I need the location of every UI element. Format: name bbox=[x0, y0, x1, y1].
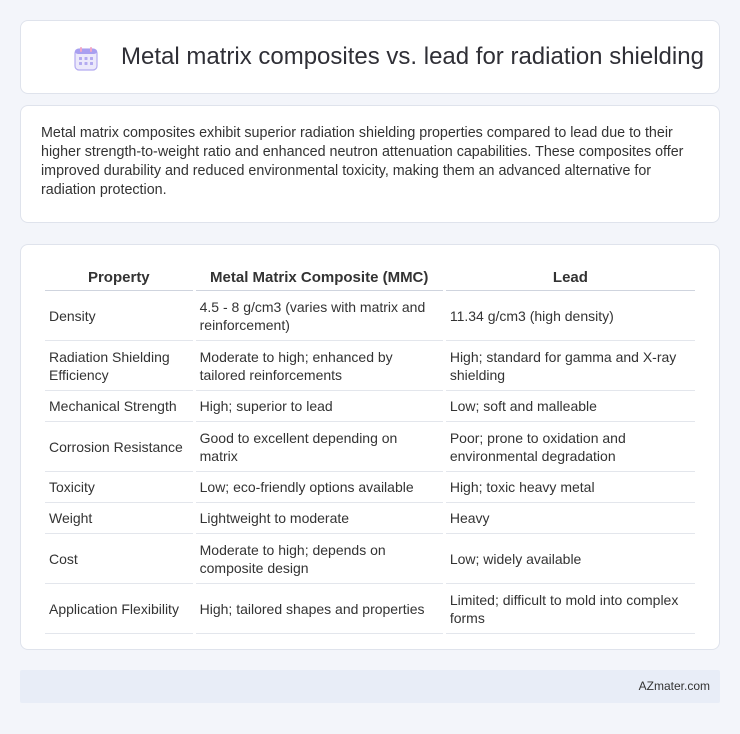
cell-property: Radiation Shielding Efficiency bbox=[45, 341, 193, 391]
cell-lead: High; standard for gamma and X-ray shiel… bbox=[445, 341, 695, 391]
comparison-table-card: Property Metal Matrix Composite (MMC) Le… bbox=[20, 244, 720, 650]
table-header-row: Property Metal Matrix Composite (MMC) Le… bbox=[45, 265, 695, 291]
table-row: Weight Lightweight to moderate Heavy bbox=[45, 503, 695, 534]
cell-lead: Limited; difficult to mold into complex … bbox=[445, 584, 695, 634]
cell-mmc: Moderate to high; depends on composite d… bbox=[195, 534, 443, 584]
comparison-table: Property Metal Matrix Composite (MMC) Le… bbox=[42, 265, 698, 634]
cell-mmc: Moderate to high; enhanced by tailored r… bbox=[195, 341, 443, 391]
footer-site-link[interactable]: AZmater.com bbox=[639, 679, 710, 693]
table-row: Density 4.5 - 8 g/cm3 (varies with matri… bbox=[45, 291, 695, 341]
cell-lead: Low; widely available bbox=[445, 534, 695, 584]
cell-lead: Poor; prone to oxidation and environment… bbox=[445, 422, 695, 472]
table-row: Application Flexibility High; tailored s… bbox=[45, 584, 695, 634]
table-row: Corrosion Resistance Good to excellent d… bbox=[45, 422, 695, 472]
table-row: Toxicity Low; eco-friendly options avail… bbox=[45, 472, 695, 503]
title-card: Metal matrix composites vs. lead for rad… bbox=[20, 20, 720, 94]
cell-property: Cost bbox=[45, 534, 193, 584]
cell-property: Toxicity bbox=[45, 472, 193, 503]
calendar-icon bbox=[73, 46, 99, 72]
cell-mmc: Lightweight to moderate bbox=[195, 503, 443, 534]
table-row: Mechanical Strength High; superior to le… bbox=[45, 391, 695, 422]
header-property: Property bbox=[45, 265, 193, 291]
cell-mmc: High; tailored shapes and properties bbox=[195, 584, 443, 634]
cell-mmc: Good to excellent depending on matrix bbox=[195, 422, 443, 472]
cell-property: Mechanical Strength bbox=[45, 391, 193, 422]
cell-mmc: Low; eco-friendly options available bbox=[195, 472, 443, 503]
cell-lead: High; toxic heavy metal bbox=[445, 472, 695, 503]
cell-lead: Low; soft and malleable bbox=[445, 391, 695, 422]
cell-property: Weight bbox=[45, 503, 193, 534]
cell-property: Application Flexibility bbox=[45, 584, 193, 634]
intro-card: Metal matrix composites exhibit superior… bbox=[20, 105, 720, 223]
cell-mmc: High; superior to lead bbox=[195, 391, 443, 422]
cell-mmc: 4.5 - 8 g/cm3 (varies with matrix and re… bbox=[195, 291, 443, 341]
header-lead: Lead bbox=[445, 265, 695, 291]
table-row: Radiation Shielding Efficiency Moderate … bbox=[45, 341, 695, 391]
cell-lead: 11.34 g/cm3 (high density) bbox=[445, 291, 695, 341]
footer-bar: AZmater.com bbox=[20, 670, 720, 703]
header-mmc: Metal Matrix Composite (MMC) bbox=[195, 265, 443, 291]
table-row: Cost Moderate to high; depends on compos… bbox=[45, 534, 695, 584]
page-title: Metal matrix composites vs. lead for rad… bbox=[121, 43, 704, 70]
intro-paragraph: Metal matrix composites exhibit superior… bbox=[41, 125, 684, 198]
cell-property: Corrosion Resistance bbox=[45, 422, 193, 472]
cell-lead: Heavy bbox=[445, 503, 695, 534]
cell-property: Density bbox=[45, 291, 193, 341]
